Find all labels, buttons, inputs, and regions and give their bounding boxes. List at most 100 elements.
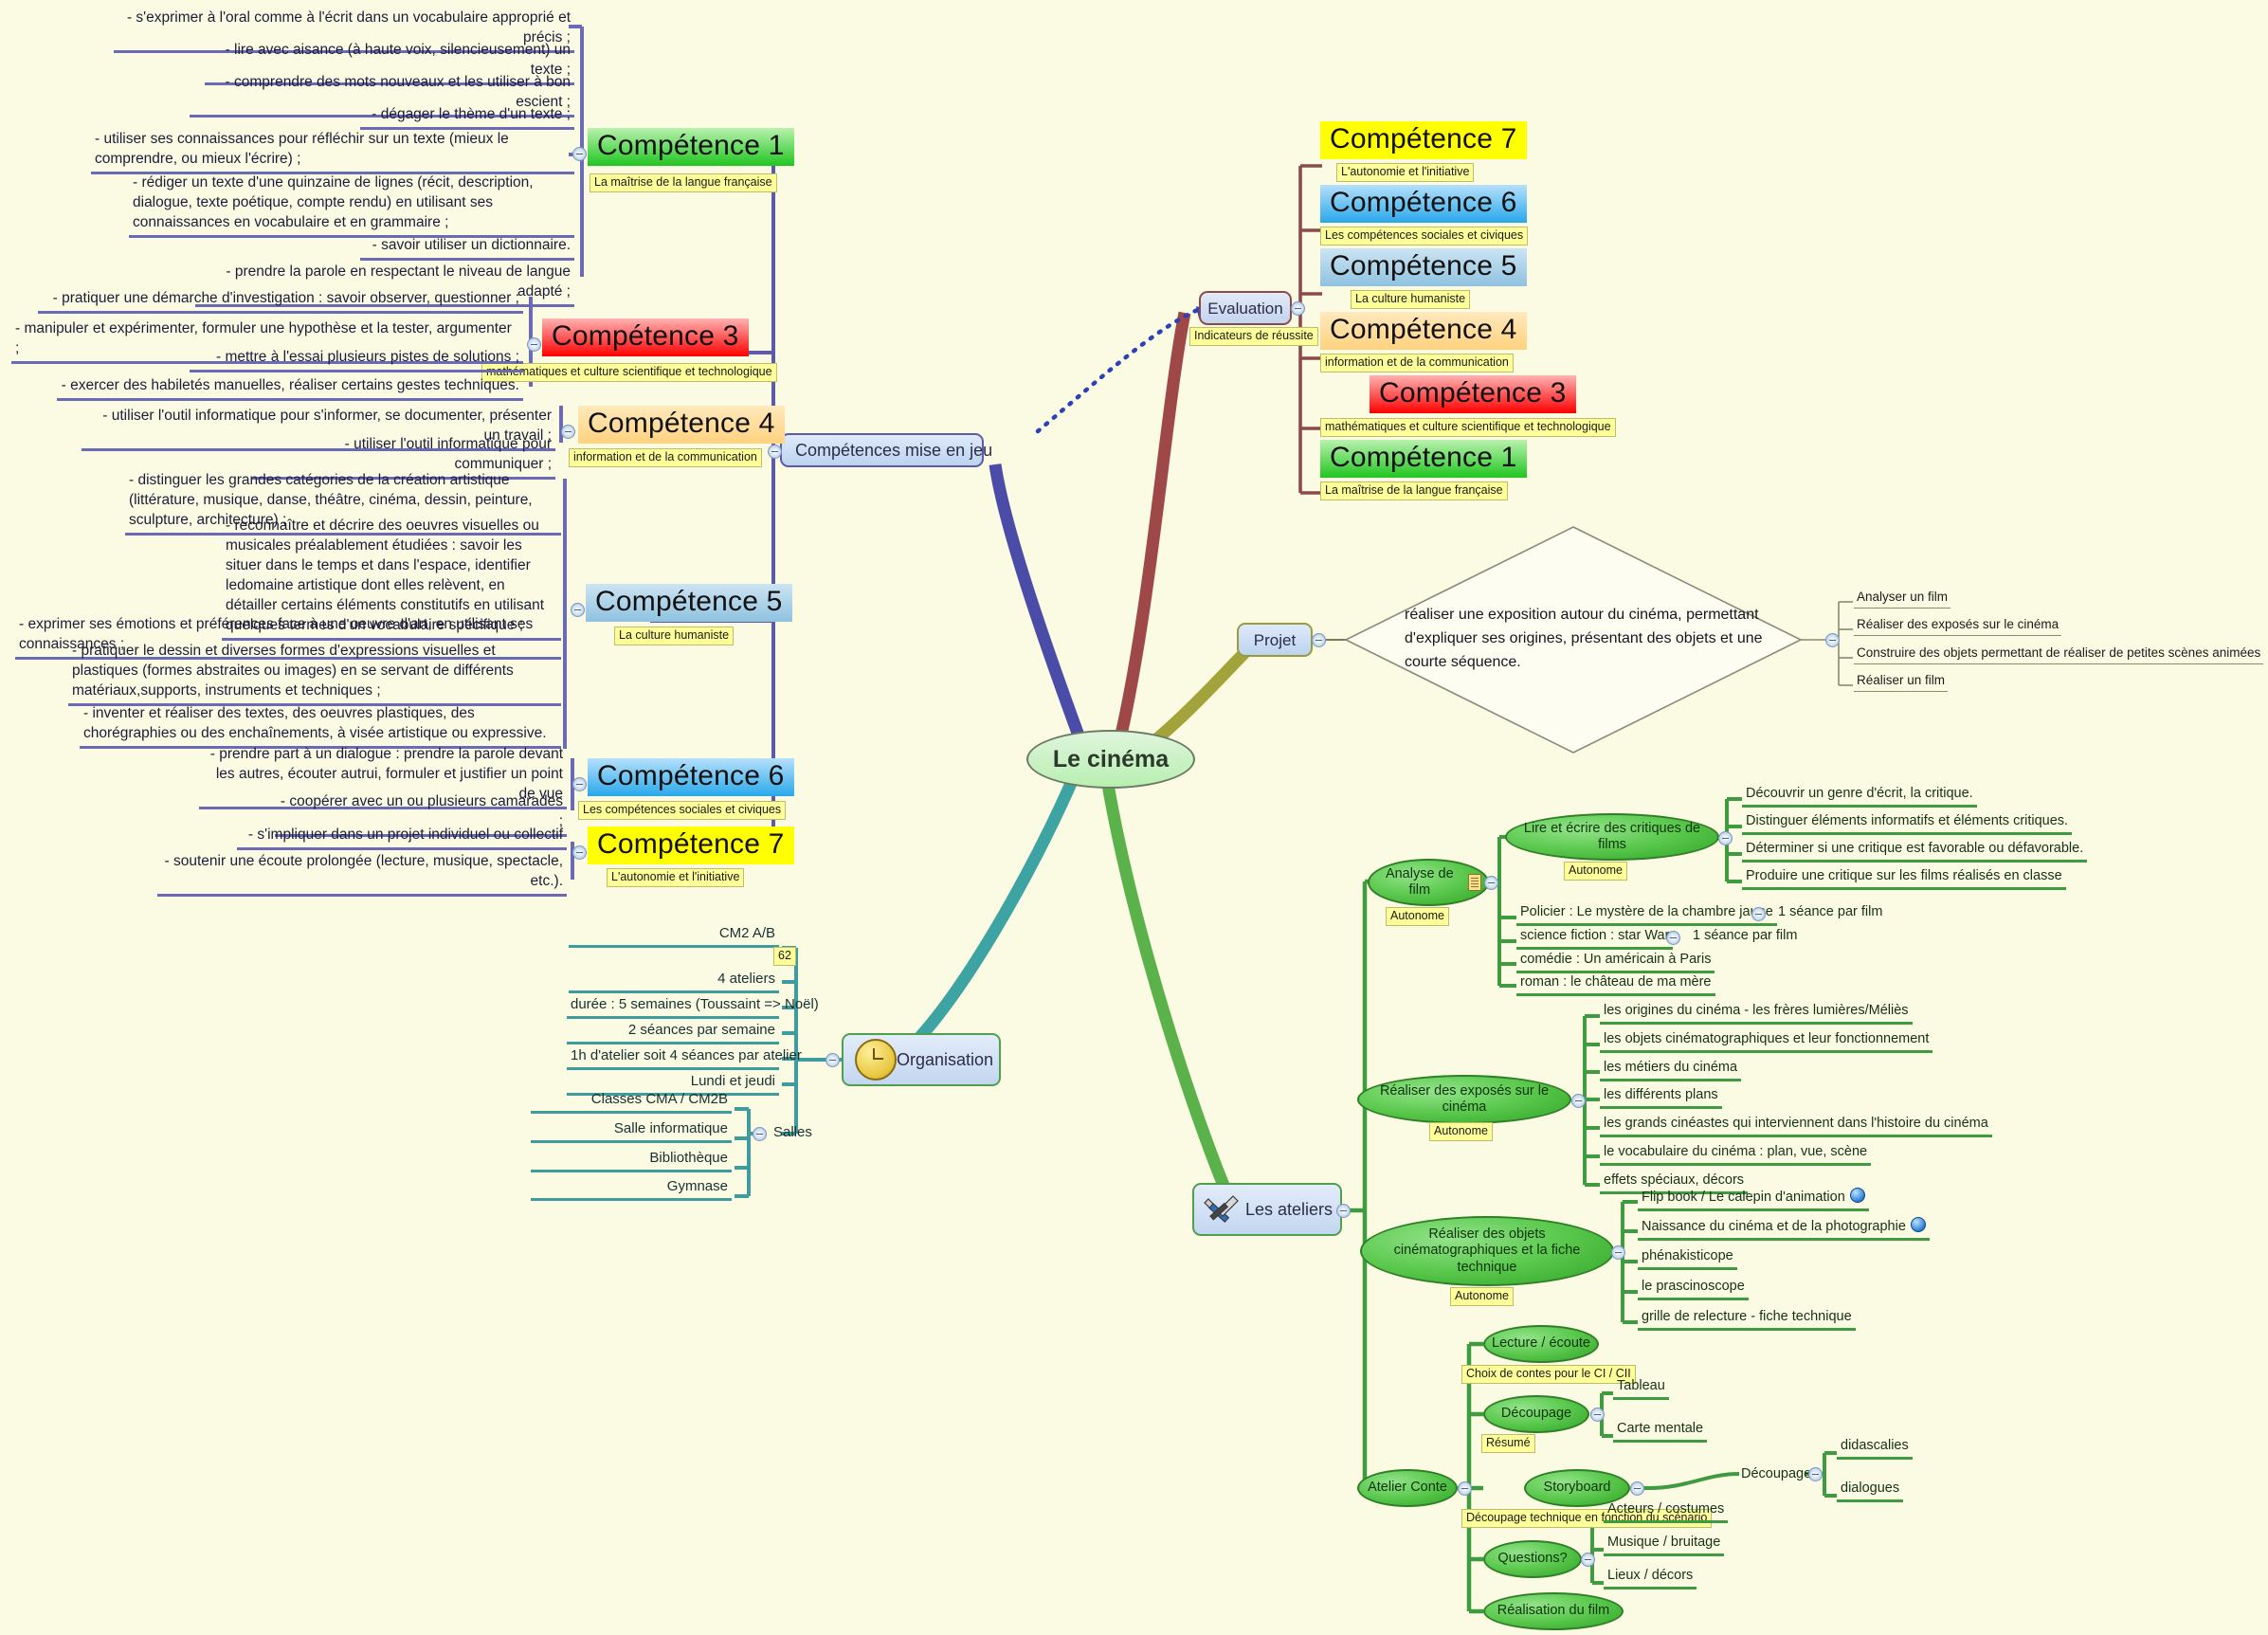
les-ateliers-node[interactable]: Les ateliers — [1192, 1183, 1342, 1236]
globe-icon — [1910, 1217, 1926, 1232]
collapse-knob-projet[interactable] — [1312, 633, 1326, 647]
analyse-de-film-node[interactable]: Analyse de film — [1368, 859, 1489, 906]
collapse-knob-competences[interactable] — [768, 445, 782, 459]
comp7-item-1: - soutenir une écoute prolongée (lecture… — [157, 851, 567, 897]
eval-competence-5-caption: La culture humaniste — [1351, 290, 1471, 309]
competence-1-caption: La maîtrise de la langue française — [590, 173, 777, 192]
projet-outcome-0: Analyser un film — [1854, 589, 1951, 609]
collapse-knob-competence-5[interactable] — [571, 603, 585, 617]
organisation-item-4: 1h d'atelier soit 4 séances par atelier — [567, 1045, 802, 1070]
questions-item-1: Musique / bruitage — [1604, 1533, 1725, 1556]
root-node[interactable]: Le cinéma — [1026, 730, 1195, 789]
organisation-item-0: CM2 A/B — [569, 923, 779, 948]
storyboard-decoupage-item-0: didascalies — [1837, 1436, 1913, 1460]
eval-competence-1-caption: La maîtrise de la langue française — [1320, 481, 1508, 500]
decoupage-item-1: Carte mentale — [1613, 1419, 1708, 1443]
objet-item-3: le prascinoscope — [1638, 1277, 1749, 1300]
comp1-item-4: - utiliser ses connaissances pour réfléc… — [91, 129, 574, 174]
collapse-knob-storyboard-decoupage[interactable] — [1808, 1467, 1823, 1481]
projet-outcome-3: Réaliser un film — [1854, 672, 1949, 692]
competence-7-title[interactable]: Compétence 7 — [588, 827, 794, 865]
critiques-node[interactable]: Lire et écrire des critiques de films — [1505, 813, 1719, 861]
collapse-knob-evaluation[interactable] — [1291, 301, 1305, 316]
eval-competence-1-title[interactable]: Compétence 1 — [1320, 440, 1527, 479]
exposes-tag: Autonome — [1429, 1122, 1493, 1141]
critique-item-0: Découvrir un genre d'écrit, la critique. — [1742, 784, 1977, 808]
salles-item-3: Gymnase — [531, 1176, 732, 1201]
competence-5-title[interactable]: Compétence 5 — [586, 584, 792, 623]
collapse-knob-competence-7[interactable] — [572, 845, 587, 860]
collapse-knob-critiques[interactable] — [1718, 831, 1733, 845]
organisation-item-2: durée : 5 semaines (Toussaint => Noël) — [567, 994, 819, 1019]
collapse-knob-competence-3[interactable] — [527, 337, 541, 352]
note-icon — [1467, 874, 1481, 891]
eval-competence-3-title[interactable]: Compétence 3 — [1370, 375, 1576, 414]
eval-competence-6-title[interactable]: Compétence 6 — [1320, 185, 1527, 224]
eval-competence-6-caption: Les compétences sociales et civiques — [1320, 227, 1529, 245]
competence-4-title[interactable]: Compétence 4 — [578, 406, 785, 445]
collapse-knob-storyboard[interactable] — [1630, 1481, 1644, 1496]
projet-outcome-2: Construire des objets permettant de réal… — [1854, 645, 2264, 664]
decoupage-node[interactable]: Découpage — [1483, 1395, 1589, 1433]
collapse-knob-decoupage[interactable] — [1590, 1408, 1605, 1422]
collapse-knob-atelier-conte[interactable] — [1458, 1481, 1472, 1496]
film-item-1-note: 1 séance par film — [1693, 928, 1798, 943]
collapse-knob-exposes[interactable] — [1571, 1094, 1586, 1108]
competence-6-title[interactable]: Compétence 6 — [588, 758, 794, 797]
storyboard-decoupage-item-1: dialogues — [1837, 1479, 1904, 1502]
competence-1-title[interactable]: Compétence 1 — [588, 128, 794, 167]
film-item-2: comédie : Un américain à Paris — [1516, 950, 1715, 973]
organisation-node[interactable]: Organisation — [842, 1033, 1001, 1086]
film-item-3: roman : le château de ma mère — [1516, 972, 1715, 996]
objets-cinema-node[interactable]: Réaliser des objets cinématographiques e… — [1360, 1216, 1614, 1286]
projet-node[interactable]: Projet — [1237, 623, 1313, 657]
objets-cinema-tag: Autonome — [1450, 1287, 1514, 1306]
projet-description: réaliser une exposition autour du cinéma… — [1405, 607, 1763, 670]
exposes-node[interactable]: Réaliser des exposés sur le cinéma — [1357, 1075, 1571, 1124]
storyboard-decoupage-label[interactable]: Découpage — [1737, 1464, 1815, 1484]
eval-competence-4-title[interactable]: Compétence 4 — [1320, 312, 1527, 351]
eval-competence-3-caption: mathématiques et culture scientifique et… — [1320, 418, 1616, 437]
collapse-knob-film-0[interactable] — [1751, 907, 1766, 921]
collapse-knob-competence-6[interactable] — [572, 777, 587, 791]
competence-3-caption: mathématiques et culture scientifique et… — [481, 363, 777, 382]
realisation-du-film-node[interactable]: Réalisation du film — [1483, 1592, 1624, 1630]
comp1-item-6: - savoir utiliser un dictionnaire. — [360, 235, 574, 261]
collapse-knob-ateliers[interactable] — [1336, 1204, 1351, 1218]
atelier-conte-node[interactable]: Atelier Conte — [1357, 1469, 1458, 1507]
comp3-item-0: - pratiquer une démarche d'investigation… — [38, 288, 523, 314]
collapse-knob-questions[interactable] — [1581, 1553, 1595, 1567]
mindmap-canvas: Le cinéma Compétences mise en jeu Compét… — [0, 0, 2268, 1635]
eval-competence-5-title[interactable]: Compétence 5 — [1320, 248, 1527, 287]
collapse-knob-analyse-de-film[interactable] — [1484, 876, 1498, 890]
objet-item-1: Naissance du cinéma et de la photographi… — [1638, 1216, 1930, 1241]
eval-competence-7-title[interactable]: Compétence 7 — [1320, 121, 1527, 160]
collapse-knob-salles[interactable] — [753, 1127, 767, 1141]
competences-mise-en-jeu-node[interactable]: Compétences mise en jeu — [780, 433, 992, 467]
decoupage-item-0: Tableau — [1613, 1376, 1669, 1400]
collapse-knob-competence-1[interactable] — [572, 147, 587, 161]
objet-item-4: grille de relecture - fiche technique — [1638, 1307, 1856, 1331]
competence-4-caption: information et de la communication — [569, 448, 762, 467]
collapse-knob-competence-4[interactable] — [561, 425, 575, 439]
comp1-item-3: - dégager le thème d'un texte ; — [360, 104, 574, 130]
objet-item-2: phénakisticope — [1638, 1246, 1737, 1270]
les-ateliers-label: Les ateliers — [1245, 1200, 1334, 1219]
critiques-tag: Autonome — [1564, 862, 1627, 881]
lecture-ecoute-node[interactable]: Lecture / écoute — [1483, 1325, 1599, 1363]
comp7-item-0: - s'impliquer dans un projet individuel … — [237, 825, 567, 850]
projet-label: Projet — [1253, 631, 1297, 649]
film-item-1: science fiction : star War — [1516, 926, 1674, 950]
comp3-item-3: - exercer des habiletés manuelles, réali… — [57, 375, 523, 401]
evaluation-node[interactable]: Evaluation — [1199, 291, 1292, 325]
competence-3-title[interactable]: Compétence 3 — [542, 318, 749, 357]
collapse-knob-projet-outcomes[interactable] — [1825, 633, 1840, 647]
comp1-item-5: - rédiger un texte d'une quinzaine de li… — [129, 173, 574, 238]
organisation-salles-label[interactable]: Salles — [770, 1122, 816, 1143]
competence-5-caption: La culture humaniste — [614, 627, 735, 645]
collapse-knob-film-1[interactable] — [1666, 931, 1680, 945]
questions-node[interactable]: Questions? — [1483, 1540, 1582, 1578]
decoupage-chip: Résumé — [1481, 1434, 1535, 1453]
collapse-knob-organisation[interactable] — [826, 1053, 840, 1067]
collapse-knob-objets[interactable] — [1611, 1245, 1625, 1260]
